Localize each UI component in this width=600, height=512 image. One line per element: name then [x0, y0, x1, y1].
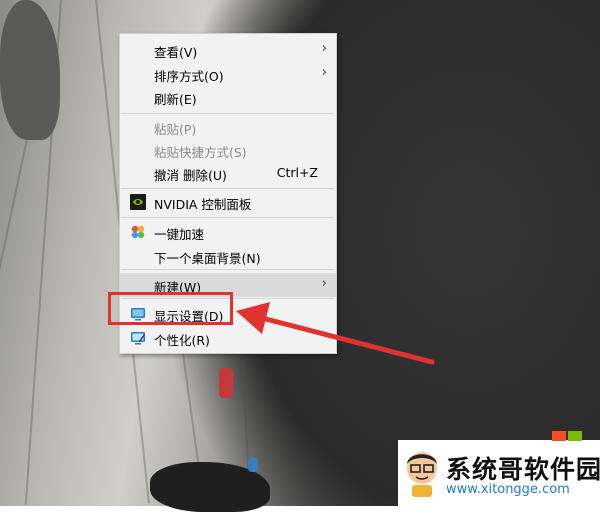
watermark-logo: 系统哥软件园 www.xitongge.com	[398, 440, 600, 506]
watermark-url: www.xitongge.com	[446, 482, 570, 497]
annotation-arrow	[236, 302, 435, 365]
windows-logo-icon	[568, 431, 582, 441]
windows-logo-icon	[552, 431, 566, 441]
watermark-title: 系统哥软件园	[446, 455, 600, 484]
mascot-icon	[404, 448, 440, 498]
